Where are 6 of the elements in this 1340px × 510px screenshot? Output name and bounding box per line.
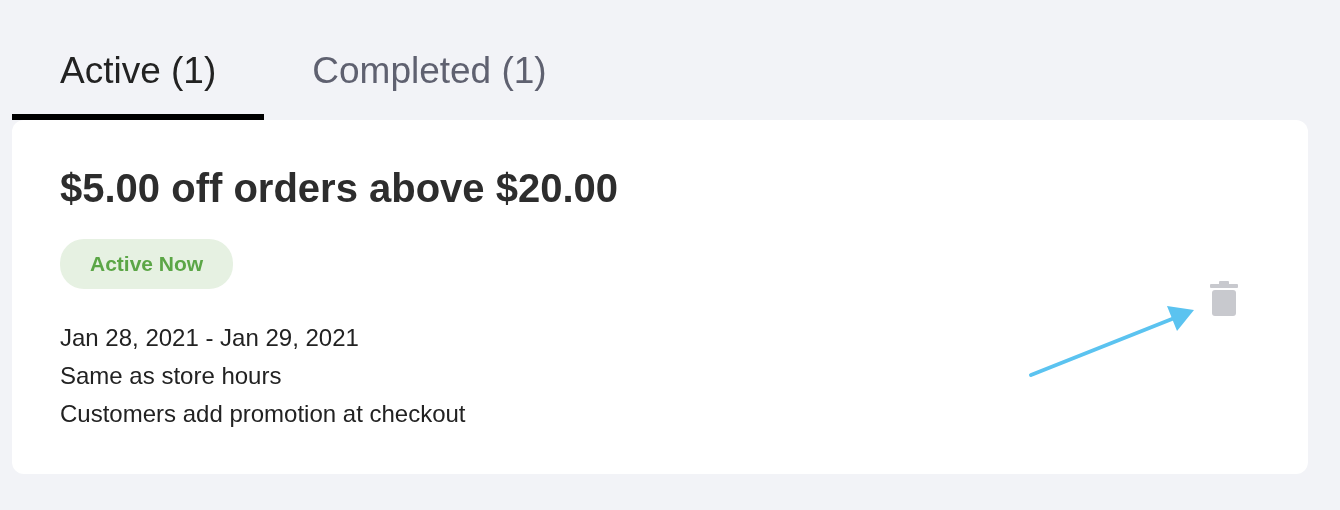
promotion-detail: Jan 28, 2021 - Jan 29, 2021 [60, 323, 359, 353]
promotion-detail: Same as store hours [60, 361, 282, 391]
status-badge: Active Now [60, 239, 234, 289]
promotion-title: $5.00 off orders above $20.00 [60, 166, 619, 211]
promotion-detail: Customers add promotion at checkout [60, 399, 466, 429]
tab[interactable]: Completed (1) [264, 0, 595, 120]
